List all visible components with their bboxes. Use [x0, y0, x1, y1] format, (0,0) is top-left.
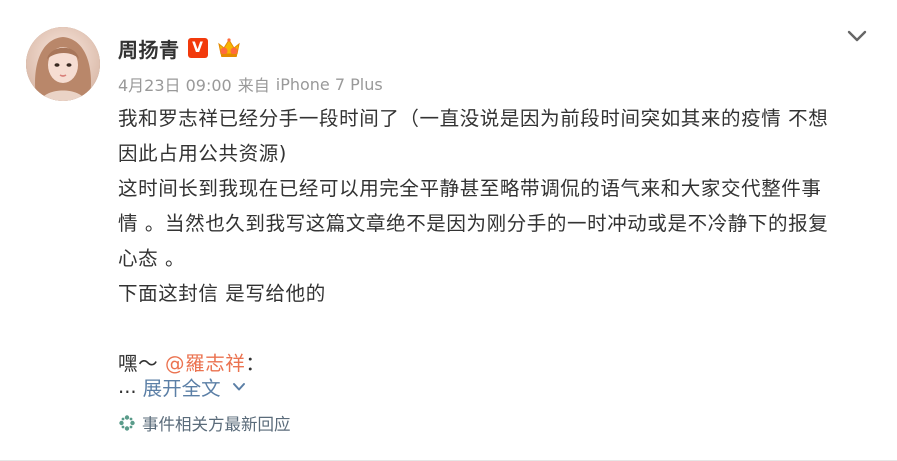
content-line: 因此占用公共资源): [118, 142, 288, 165]
post-content: 我和罗志祥已经分手一段时间了（一直没说是因为前段时间突如其来的疫情 不想 因此占…: [118, 101, 868, 381]
greeting-suffix: ：: [245, 352, 266, 375]
post-source[interactable]: iPhone 7 Plus: [276, 75, 383, 94]
asterisk-icon: [119, 415, 135, 431]
content-line: 这时间长到我现在已经可以用完全平静甚至略带调侃的语气来和大家交代整件事: [118, 177, 822, 200]
chevron-down-icon[interactable]: [844, 26, 870, 46]
content-line: 下面这封信 是写给他的: [118, 282, 326, 305]
expand-row: ... 展开全文: [118, 372, 247, 401]
content-line: 心态 。: [118, 247, 186, 270]
chevron-down-icon[interactable]: [231, 381, 247, 393]
weibo-post-card: 周扬青 V 4月23日 09:00 来自 iPhone 7 Plus 我和罗志祥…: [0, 0, 897, 461]
expand-label[interactable]: 展开全文: [143, 372, 221, 401]
from-label: 来自: [237, 76, 270, 95]
avatar[interactable]: [26, 27, 100, 101]
expand-ellipsis: ...: [118, 375, 137, 398]
content-line: 我和罗志祥已经分手一段时间了（一直没说是因为前段时间突如其来的疫情 不想: [118, 107, 829, 130]
author-row: 周扬青 V: [118, 31, 242, 65]
vip-crown-icon[interactable]: [216, 36, 242, 60]
event-response-link[interactable]: 事件相关方最新回应: [118, 411, 291, 435]
verified-v-icon[interactable]: V: [187, 38, 208, 58]
avatar-image: [26, 27, 100, 101]
content-line: 情 。当然也久到我写这篇文章绝不是因为刚分手的一时冲动或是不冷静下的报复: [118, 212, 829, 235]
author-name[interactable]: 周扬青: [118, 34, 180, 63]
post-meta: 4月23日 09:00 来自 iPhone 7 Plus: [118, 72, 383, 96]
post-date[interactable]: 4月23日 09:00: [118, 72, 232, 96]
event-label[interactable]: 事件相关方最新回应: [142, 411, 291, 435]
expand-full-text-link[interactable]: 展开全文: [143, 372, 247, 401]
